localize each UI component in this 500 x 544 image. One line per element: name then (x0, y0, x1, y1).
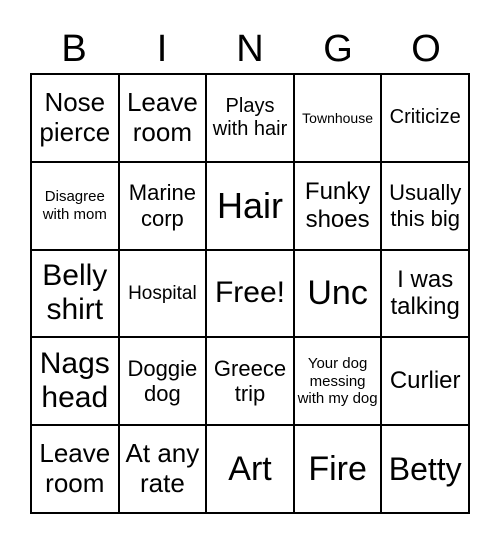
bingo-cell[interactable]: Leave room (31, 425, 119, 513)
header-letter-g: G (323, 28, 353, 70)
bingo-cell[interactable]: Disagree with mom (31, 161, 119, 250)
bingo-cell[interactable]: Leave room (118, 74, 207, 162)
bingo-cell[interactable]: Criticize (381, 74, 469, 162)
bingo-cell[interactable]: Fire (293, 425, 382, 513)
bingo-cell[interactable]: Townhouse (293, 74, 382, 162)
bingo-cell[interactable]: Hair (206, 161, 294, 250)
bingo-cell[interactable]: Your dog messing with my dog (293, 337, 382, 426)
bingo-cell[interactable]: Hospital (118, 249, 207, 338)
bingo-cell[interactable]: Nags head (31, 337, 119, 426)
bingo-cell[interactable]: Marine corp (118, 161, 207, 250)
bingo-header: BINGO (30, 24, 470, 74)
header-letter-o: O (411, 28, 441, 70)
bingo-cell[interactable]: Doggie dog (118, 337, 207, 426)
bingo-cell[interactable]: I was talking (381, 249, 469, 338)
bingo-cell[interactable]: Art (206, 425, 294, 513)
header-letter-i: I (156, 28, 168, 70)
bingo-cell[interactable]: Plays with hair (206, 74, 294, 162)
header-letter-n: N (236, 28, 264, 70)
bingo-cell[interactable]: Betty (381, 425, 469, 513)
bingo-cell[interactable]: Nose pierce (31, 74, 119, 162)
bingo-cell[interactable]: Belly shirt (31, 249, 119, 338)
bingo-cell[interactable]: Curlier (381, 337, 469, 426)
bingo-cell[interactable]: Unc (293, 249, 382, 338)
bingo-cell[interactable]: Usually this big (381, 161, 469, 250)
bingo-grid: Nose pierce Leave room Plays with hair Town… (30, 73, 470, 514)
bingo-cell[interactable]: At any rate (118, 425, 207, 513)
free-space-cell[interactable]: Free! (206, 249, 294, 338)
bingo-cell[interactable]: Greece trip (206, 337, 294, 426)
header-letter-b: B (61, 28, 87, 70)
bingo-cell[interactable]: Funky shoes (293, 161, 382, 250)
